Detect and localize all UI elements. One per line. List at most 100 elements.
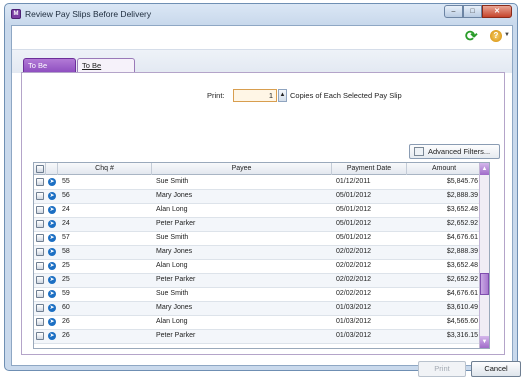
cancel-button[interactable]: Cancel: [471, 361, 521, 377]
chevron-down-icon[interactable]: ▼: [504, 32, 510, 38]
arrow-right-icon[interactable]: ➤: [48, 276, 56, 284]
cell-payment-date: 05/01/2012: [336, 220, 372, 227]
cell-chq: 24: [62, 206, 70, 213]
column-header-payee[interactable]: Payee: [152, 163, 332, 175]
minimize-icon[interactable]: –: [444, 5, 463, 18]
arrow-right-icon[interactable]: ➤: [48, 206, 56, 214]
help-icon[interactable]: ?: [490, 30, 502, 42]
row-checkbox[interactable]: [36, 262, 44, 270]
arrow-right-icon[interactable]: ➤: [48, 318, 56, 326]
cell-payee: Peter Parker: [156, 332, 196, 339]
cell-payee: Mary Jones: [156, 304, 193, 311]
maximize-icon[interactable]: □: [463, 5, 482, 18]
cell-payee: Mary Jones: [156, 192, 193, 199]
row-checkbox[interactable]: [36, 206, 44, 214]
cell-payment-date: 05/01/2012: [336, 234, 372, 241]
arrow-right-icon[interactable]: ➤: [48, 290, 56, 298]
cell-chq: 57: [62, 234, 70, 241]
row-checkbox[interactable]: [36, 304, 44, 312]
app-icon: M: [11, 9, 21, 19]
title-bar[interactable]: M Review Pay Slips Before Delivery – □ ✕: [5, 4, 517, 24]
arrow-right-icon[interactable]: ➤: [48, 262, 56, 270]
tab-to-be-emailed[interactable]: To Be Emailed: [77, 58, 135, 84]
table-row[interactable]: ➤ 56 Mary Jones 05/01/2012 $2,888.39: [34, 190, 489, 204]
table-row[interactable]: ➤ 57 Sue Smith 05/01/2012 $4,676.61: [34, 232, 489, 246]
row-checkbox[interactable]: [36, 234, 44, 242]
arrow-right-icon[interactable]: ➤: [48, 220, 56, 228]
cell-chq: 25: [62, 276, 70, 283]
table-header: Chq # Payee Payment Date Amount: [34, 163, 489, 175]
copies-input[interactable]: 1: [233, 89, 277, 102]
spinner-icon[interactable]: ▲: [278, 89, 287, 102]
arrow-right-icon[interactable]: ➤: [48, 332, 56, 340]
table-row[interactable]: ➤ 26 Alan Long 01/03/2012 $4,565.60: [34, 316, 489, 330]
cell-payment-date: 01/03/2012: [336, 318, 372, 325]
cell-payment-date: 02/02/2012: [336, 262, 372, 269]
table-row[interactable]: ➤ 24 Alan Long 05/01/2012 $3,652.48: [34, 204, 489, 218]
cell-payee: Alan Long: [156, 206, 188, 213]
cell-payee: Sue Smith: [156, 234, 189, 241]
window-controls: – □ ✕: [444, 5, 512, 18]
cell-payment-date: 02/02/2012: [336, 290, 372, 297]
scroll-up-icon[interactable]: ▲: [480, 163, 489, 175]
refresh-icon[interactable]: ⟳: [465, 29, 479, 45]
cell-amount: $3,652.48: [446, 206, 478, 213]
checkbox-icon: [36, 165, 44, 173]
cell-payment-date: 05/01/2012: [336, 192, 372, 199]
cell-amount: $3,610.49: [446, 304, 478, 311]
table-row[interactable]: ➤ 25 Alan Long 02/02/2012 $3,652.48: [34, 260, 489, 274]
table-row[interactable]: ➤ 58 Mary Jones 02/02/2012 $2,888.39: [34, 246, 489, 260]
table-row[interactable]: ➤ 55 Sue Smith 01/12/2011 $5,845.76: [34, 176, 489, 190]
close-icon[interactable]: ✕: [482, 5, 512, 18]
arrow-right-icon[interactable]: ➤: [48, 248, 56, 256]
advanced-filters-label: Advanced Filters...: [428, 147, 491, 156]
cell-payment-date: 01/03/2012: [336, 332, 372, 339]
arrow-right-icon[interactable]: ➤: [48, 304, 56, 312]
cell-payment-date: 05/01/2012: [336, 206, 372, 213]
cell-chq: 56: [62, 192, 70, 199]
arrow-right-icon[interactable]: ➤: [48, 178, 56, 186]
print-button[interactable]: Print: [418, 361, 466, 377]
row-checkbox[interactable]: [36, 332, 44, 340]
scroll-thumb[interactable]: [480, 273, 489, 295]
row-checkbox[interactable]: [36, 248, 44, 256]
row-checkbox[interactable]: [36, 192, 44, 200]
scroll-down-icon[interactable]: ▼: [480, 336, 489, 348]
column-header-chq[interactable]: Chq #: [58, 163, 152, 175]
table-row[interactable]: ➤ 26 Peter Parker 01/03/2012 $3,316.15: [34, 330, 489, 344]
cell-amount: $3,652.48: [446, 262, 478, 269]
row-checkbox[interactable]: [36, 318, 44, 326]
table-scrollbar[interactable]: ▲ ▼: [479, 163, 489, 348]
tab-to-be-printed[interactable]: To Be Printed: [23, 58, 76, 84]
table-row[interactable]: ➤ 24 Peter Parker 05/01/2012 $2,652.92: [34, 218, 489, 232]
column-header-payment-date[interactable]: Payment Date: [332, 163, 407, 175]
row-checkbox[interactable]: [36, 290, 44, 298]
cell-payee: Peter Parker: [156, 276, 196, 283]
cell-amount: $2,888.39: [446, 192, 478, 199]
cell-chq: 55: [62, 178, 70, 185]
table-row[interactable]: ➤ 60 Mary Jones 01/03/2012 $3,610.49: [34, 302, 489, 316]
table-row[interactable]: ➤ 59 Sue Smith 02/02/2012 $4,676.61: [34, 288, 489, 302]
cell-payee: Alan Long: [156, 262, 188, 269]
row-checkbox[interactable]: [36, 220, 44, 228]
tab-panel: Print: 1 ▲ Copies of Each Selected Pay S…: [21, 72, 505, 355]
arrow-right-icon[interactable]: ➤: [48, 234, 56, 242]
row-checkbox[interactable]: [36, 276, 44, 284]
cell-payee: Peter Parker: [156, 220, 196, 227]
row-checkbox[interactable]: [36, 178, 44, 186]
cell-chq: 26: [62, 332, 70, 339]
table-row[interactable]: ➤ 25 Peter Parker 02/02/2012 $2,652.92: [34, 274, 489, 288]
cell-amount: $4,676.61: [446, 290, 478, 297]
cell-payee: Sue Smith: [156, 178, 189, 185]
arrow-right-icon[interactable]: ➤: [48, 192, 56, 200]
select-all-checkbox[interactable]: [34, 163, 46, 175]
column-header-amount[interactable]: Amount: [407, 163, 481, 175]
cell-payment-date: 02/02/2012: [336, 248, 372, 255]
print-copies-row: Print: 1 ▲ Copies of Each Selected Pay S…: [22, 89, 504, 103]
cell-payment-date: 01/12/2011: [336, 178, 371, 185]
cell-amount: $4,565.60: [446, 318, 478, 325]
cell-amount: $2,652.92: [446, 220, 478, 227]
cell-chq: 59: [62, 290, 70, 297]
advanced-filters-button[interactable]: Advanced Filters...: [409, 144, 500, 159]
cell-payment-date: 01/03/2012: [336, 304, 372, 311]
